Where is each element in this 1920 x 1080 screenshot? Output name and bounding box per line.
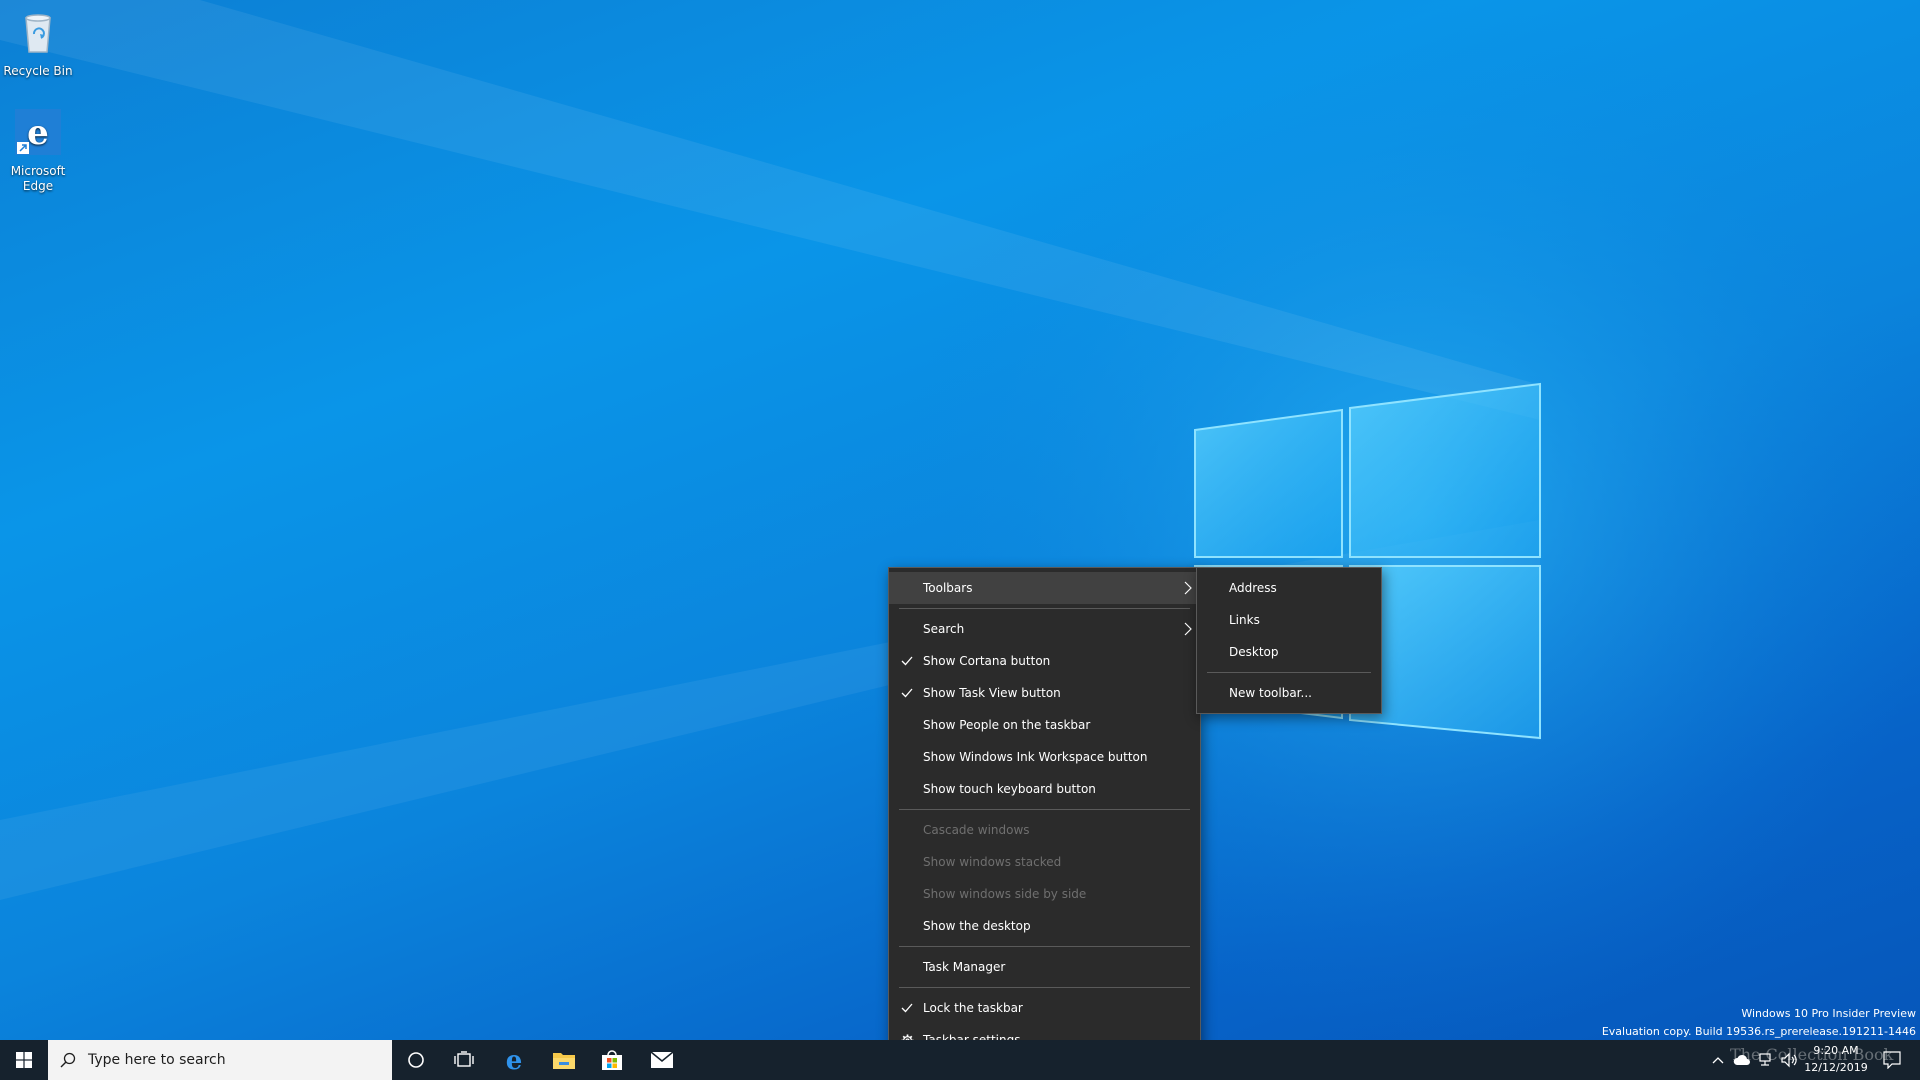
- checkmark-icon: [900, 992, 914, 1024]
- taskbar-search-box[interactable]: Type here to search: [48, 1040, 392, 1080]
- menu-item-show-ink-workspace[interactable]: Show Windows Ink Workspace button: [889, 741, 1200, 773]
- store-icon: [602, 1050, 622, 1070]
- menu-item-show-desktop[interactable]: Show the desktop: [889, 910, 1200, 942]
- menu-item-label: Search: [923, 622, 965, 636]
- search-placeholder: Type here to search: [88, 1052, 226, 1068]
- menu-separator: [1207, 672, 1371, 673]
- menu-item-label: Toolbars: [923, 581, 973, 595]
- show-hidden-icons-button[interactable]: [1706, 1040, 1730, 1080]
- windows-logo-icon: [16, 1052, 32, 1068]
- svg-text:e: e: [506, 1048, 523, 1072]
- edge-icon: e: [15, 109, 61, 155]
- chevron-up-icon: [1712, 1057, 1724, 1064]
- watermark-line-1: Windows 10 Pro Insider Preview: [1741, 1007, 1916, 1020]
- menu-item-label: Show the desktop: [923, 919, 1031, 933]
- menu-item-label: Address: [1229, 581, 1277, 595]
- recycle-bin-icon: [25, 14, 51, 53]
- evaluation-watermark: Windows 10 Pro Insider Preview Evaluatio…: [1602, 1005, 1916, 1041]
- menu-item-task-manager[interactable]: Task Manager: [889, 951, 1200, 983]
- desktop-icon-label: Recycle Bin: [3, 64, 73, 78]
- menu-item-label: Show windows stacked: [923, 855, 1062, 869]
- menu-separator: [899, 608, 1190, 609]
- menu-item-label: Show People on the taskbar: [923, 718, 1091, 732]
- task-view-button[interactable]: [440, 1040, 488, 1080]
- menu-item-cascade-windows: Cascade windows: [889, 814, 1200, 846]
- menu-separator: [899, 946, 1190, 947]
- menu-item-label: Cascade windows: [923, 823, 1030, 837]
- svg-text:e: e: [27, 113, 49, 153]
- menu-item-label: Show Windows Ink Workspace button: [923, 750, 1148, 764]
- menu-separator: [899, 987, 1190, 988]
- menu-item-label: Lock the taskbar: [923, 1001, 1023, 1015]
- menu-item-show-touch-keyboard[interactable]: Show touch keyboard button: [889, 773, 1200, 805]
- taskbar-pinned-mail[interactable]: [638, 1040, 686, 1080]
- menu-item-toolbars[interactable]: Toolbars: [889, 572, 1200, 604]
- taskbar-pinned-file-explorer[interactable]: [540, 1040, 588, 1080]
- menu-item-label: Links: [1229, 613, 1260, 627]
- checkmark-icon: [900, 677, 914, 709]
- taskbar-clock[interactable]: 9:20 AM 12/12/2019: [1800, 1042, 1872, 1076]
- taskbar: Type here to search e: [0, 1040, 1920, 1080]
- menu-item-show-task-view-button[interactable]: Show Task View button: [889, 677, 1200, 709]
- search-icon: [48, 1040, 88, 1080]
- menu-item-label: Show windows side by side: [923, 887, 1087, 901]
- menu-item-lock-taskbar[interactable]: Lock the taskbar: [889, 992, 1200, 1024]
- cortana-circle-icon: [408, 1052, 424, 1068]
- menu-item-show-people[interactable]: Show People on the taskbar: [889, 709, 1200, 741]
- toolbars-submenu: Address Links Desktop New toolbar...: [1196, 567, 1382, 714]
- clock-time: 9:20 AM: [1813, 1044, 1859, 1057]
- taskbar-pinned-store[interactable]: [588, 1040, 636, 1080]
- checkmark-icon: [900, 645, 914, 677]
- desktop-icon-microsoft-edge[interactable]: e Microsoft Edge: [0, 108, 76, 194]
- menu-item-show-cortana-button[interactable]: Show Cortana button: [889, 645, 1200, 677]
- menu-item-windows-stacked: Show windows stacked: [889, 846, 1200, 878]
- menu-item-label: New toolbar...: [1229, 686, 1312, 700]
- submenu-item-new-toolbar[interactable]: New toolbar...: [1197, 677, 1381, 709]
- chevron-right-icon: [1184, 572, 1192, 604]
- desktop-icon-label: Microsoft Edge: [10, 164, 66, 193]
- taskbar-pinned-edge[interactable]: e: [490, 1040, 538, 1080]
- submenu-item-desktop[interactable]: Desktop: [1197, 636, 1381, 668]
- chevron-right-icon: [1184, 613, 1192, 645]
- taskbar-context-menu: Toolbars Search Show Cortana button Show…: [888, 567, 1201, 1061]
- file-explorer-icon: [553, 1053, 575, 1069]
- menu-item-label: Task Manager: [923, 960, 1006, 974]
- start-button[interactable]: [0, 1040, 48, 1080]
- menu-item-label: Show Cortana button: [923, 654, 1051, 668]
- cortana-button[interactable]: [392, 1040, 440, 1080]
- menu-item-label: Show touch keyboard button: [923, 782, 1096, 796]
- mail-icon: [650, 1051, 674, 1068]
- submenu-item-links[interactable]: Links: [1197, 604, 1381, 636]
- task-view-icon: [454, 1051, 474, 1067]
- menu-item-windows-side-by-side: Show windows side by side: [889, 878, 1200, 910]
- menu-item-search[interactable]: Search: [889, 613, 1200, 645]
- watermark-line-2: Evaluation copy. Build 19536.rs_prerelea…: [1601, 1025, 1916, 1038]
- submenu-item-address[interactable]: Address: [1197, 572, 1381, 604]
- menu-item-label: Desktop: [1229, 645, 1279, 659]
- clock-date: 12/12/2019: [1804, 1061, 1868, 1074]
- menu-item-label: Show Task View button: [923, 686, 1061, 700]
- menu-separator: [899, 809, 1190, 810]
- desktop-icon-recycle-bin[interactable]: Recycle Bin: [0, 8, 76, 79]
- edge-icon: e: [506, 1048, 523, 1072]
